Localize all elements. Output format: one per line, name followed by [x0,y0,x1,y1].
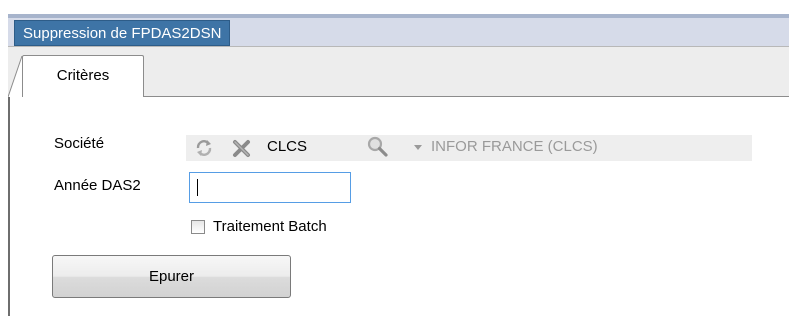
societe-label: Société [54,135,105,152]
societe-name: INFOR FRANCE (CLCS) [431,138,598,155]
dropdown-arrow-icon[interactable] [413,144,423,152]
societe-code: CLCS [267,138,308,155]
refresh-icon[interactable] [194,138,214,158]
epurer-button[interactable]: Epurer [52,255,291,298]
annee-label: Année DAS2 [54,177,141,194]
top-strip [0,0,789,14]
batch-label[interactable]: Traitement Batch [213,218,327,235]
annee-input[interactable] [189,172,351,203]
tab-criteres[interactable]: Critères [22,55,144,97]
window: Suppression de FPDAS2DSN Critères Sociét… [0,0,789,316]
clear-icon[interactable] [232,138,252,158]
batch-checkbox[interactable] [191,220,205,234]
search-icon[interactable] [367,136,389,158]
document-tab[interactable]: Suppression de FPDAS2DSN [14,20,231,46]
text-cursor [197,179,198,196]
